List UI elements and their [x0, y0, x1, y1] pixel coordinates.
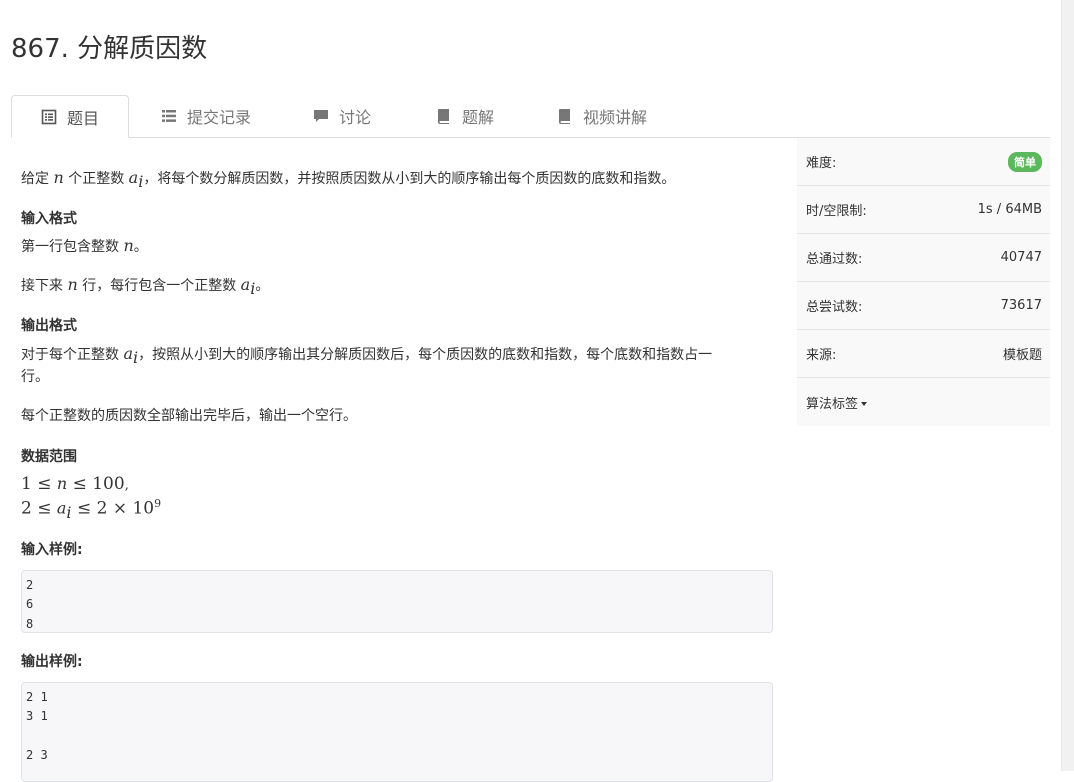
comment-icon	[313, 108, 329, 124]
limit-row: 时/空限制: 1s / 64MB	[797, 186, 1050, 234]
output-format-heading: 输出格式	[21, 318, 77, 334]
input-format-line-2: 接下来 n 行，每行包含一个正整数 ai。	[21, 275, 270, 298]
code-line: 2	[26, 578, 34, 592]
problem-info-panel: 难度: 简单 时/空限制: 1s / 64MB 总通过数: 40747 总尝试数…	[797, 138, 1050, 426]
tags-label: 算法标签	[806, 396, 859, 412]
scrollbar[interactable]	[1061, 0, 1074, 771]
tab-discussion[interactable]: 讨论	[313, 95, 371, 137]
tab-solutions[interactable]: 题解	[436, 95, 494, 137]
code-line: 2 1	[26, 690, 48, 704]
problem-title: 867. 分解质因数	[11, 34, 208, 64]
attempts-row: 总尝试数: 73617	[797, 282, 1050, 330]
attempts-label: 总尝试数:	[806, 300, 863, 315]
list-alt-icon	[41, 109, 57, 125]
sample-output-code[interactable]: 2 1 3 1 2 3	[21, 682, 773, 782]
accepted-value: 40747	[1000, 250, 1042, 265]
input-format-heading: 输入格式	[21, 211, 77, 227]
tab-label: 视频讲解	[583, 108, 648, 127]
tab-label: 题目	[67, 108, 100, 128]
output-format-line-2: 每个正整数的质因数全部输出完毕后，输出一个空行。	[21, 408, 357, 424]
tab-submissions[interactable]: 提交记录	[161, 95, 251, 137]
input-format-line-1: 第一行包含整数 n。	[21, 236, 148, 255]
tab-label: 题解	[462, 108, 495, 127]
code-line: 2 3	[26, 747, 48, 762]
problem-description: 给定 n 个正整数 ai，将每个数分解质因数，并按照质因数从小到大的顺序输出每个…	[21, 168, 676, 191]
problem-tabs: 题目 提交记录 讨论 题解 视频讲解	[11, 95, 1050, 138]
tab-video[interactable]: 视频讲解	[557, 95, 647, 137]
accepted-row: 总通过数: 40747	[797, 234, 1050, 282]
attempts-value: 73617	[1000, 298, 1042, 313]
difficulty-label: 难度:	[806, 156, 837, 171]
caret-down-icon	[861, 402, 868, 406]
source-value: 模板题	[1002, 348, 1042, 363]
accepted-label: 总通过数:	[806, 252, 863, 267]
source-row: 来源: 模板题	[797, 330, 1050, 378]
tab-label: 提交记录	[187, 108, 252, 127]
list-icon	[161, 108, 177, 124]
code-line: 6	[26, 597, 34, 612]
output-format-line-1-cont: 行。	[21, 369, 49, 385]
limit-value: 1s / 64MB	[977, 202, 1042, 217]
sample-input-code[interactable]: 2 6 8	[21, 570, 773, 633]
tags-dropdown[interactable]: 算法标签	[806, 393, 868, 412]
sample-input-heading: 输入样例:	[21, 542, 83, 558]
difficulty-row: 难度: 简单	[797, 138, 1050, 186]
limit-label: 时/空限制:	[806, 204, 867, 219]
code-line: 3 1	[26, 709, 48, 724]
output-format-line-1: 对于每个正整数 ai，按照从小到大的顺序输出其分解质因数后，每个质因数的底数和指…	[21, 344, 713, 367]
code-line: 8	[26, 616, 34, 631]
tab-label: 讨论	[339, 108, 372, 127]
data-range-heading: 数据范围	[21, 449, 77, 465]
data-range-line-2: 2 ≤ ai ≤ 2 × 109	[21, 497, 162, 523]
difficulty-badge: 简单	[1008, 151, 1042, 172]
tags-row[interactable]: 算法标签	[797, 378, 1050, 426]
sample-output-heading: 输出样例:	[21, 654, 83, 670]
source-label: 来源:	[806, 348, 837, 363]
book-icon	[557, 108, 573, 124]
book-icon	[436, 108, 452, 124]
data-range-line-1: 1 ≤ n ≤ 100,	[21, 474, 129, 494]
tab-problem[interactable]: 题目	[11, 95, 130, 138]
